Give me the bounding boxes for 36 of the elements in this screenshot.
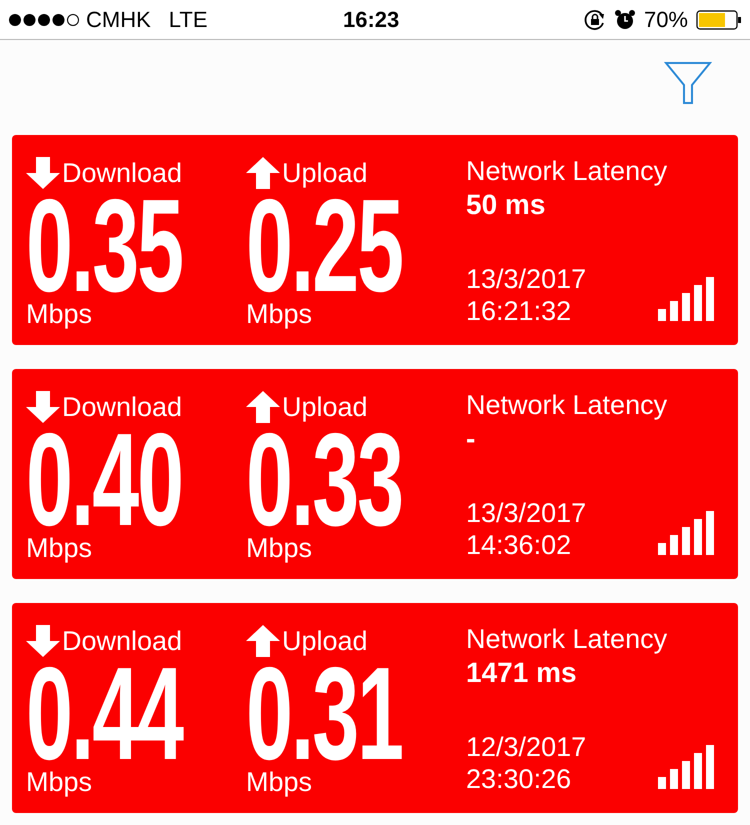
speed-unit: Mbps [246,301,312,328]
down-arrow-icon [26,391,60,423]
battery-percentage: 70% [644,6,688,34]
latency-label: Network Latency [466,392,668,419]
download-label: Download [62,394,182,420]
speed-unit: Mbps [246,535,312,562]
test-time: 16:21:32 [466,295,572,327]
rotation-lock-icon [584,8,606,30]
latency-label: Network Latency [466,626,668,653]
signal-strength-icon [8,12,80,26]
signal-bars-icon [658,277,716,321]
test-date: 12/3/2017 [466,731,586,763]
test-time: 14:36:02 [466,529,572,561]
download-label: Download [62,160,182,186]
signal-bars-icon [658,745,716,789]
filter-icon[interactable] [664,60,712,104]
carrier-name: CMHK [86,6,151,34]
test-date: 13/3/2017 [466,497,586,529]
clock-time: 16:23 [343,6,400,34]
up-arrow-icon [246,625,280,657]
speed-unit: Mbps [246,769,312,796]
latency-label: Network Latency [466,158,668,185]
network-type: LTE [168,6,208,34]
up-arrow-icon [246,391,280,423]
latency-value: 1471 ms [466,659,577,687]
latency-value: 50 ms [466,191,546,219]
down-arrow-icon [26,625,60,657]
signal-bars-icon [658,511,716,555]
battery-icon [696,8,742,30]
test-date: 13/3/2017 [466,263,586,295]
alarm-clock-icon [614,8,636,30]
test-time: 23:30:26 [466,763,572,795]
down-arrow-icon [26,157,60,189]
up-arrow-icon [246,157,280,189]
latency-value: - [466,425,476,453]
download-label: Download [62,628,182,654]
